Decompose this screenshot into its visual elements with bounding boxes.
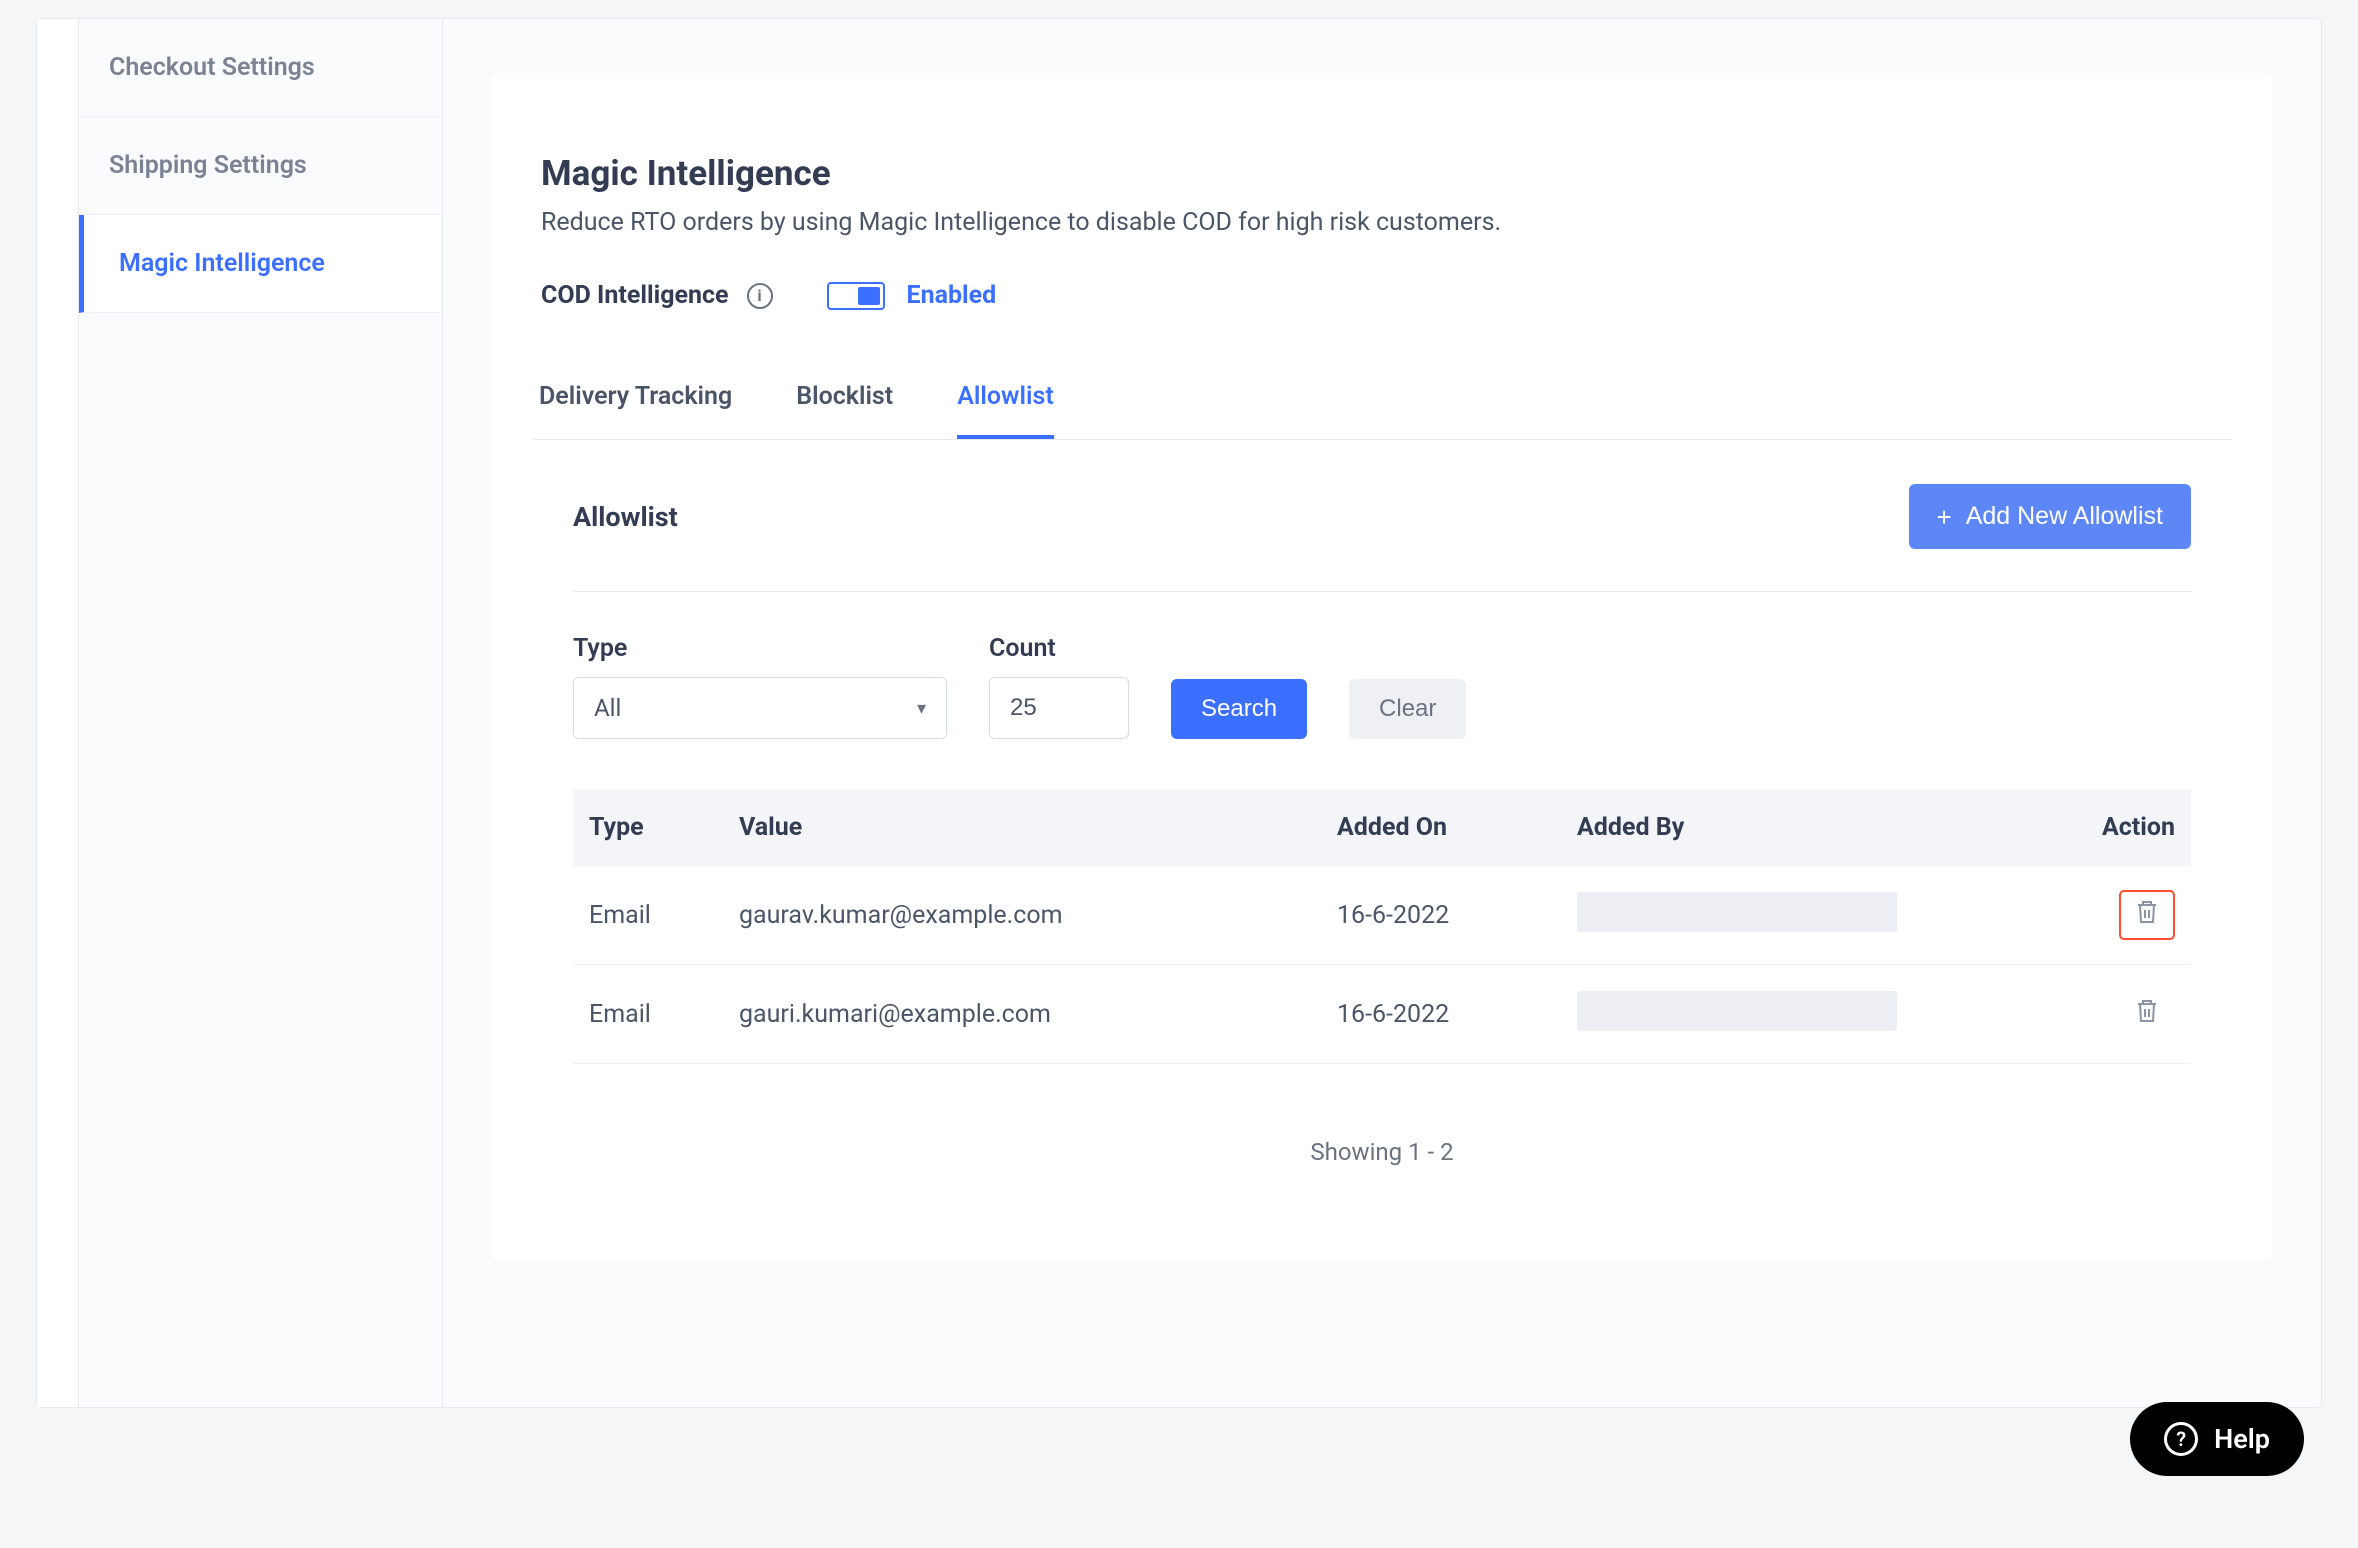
tab-delivery-tracking[interactable]: Delivery Tracking xyxy=(539,356,732,439)
main-content: Magic Intelligence Reduce RTO orders by … xyxy=(443,19,2321,1407)
sidebar-item-magic-intelligence[interactable]: Magic Intelligence xyxy=(79,215,442,313)
cod-toggle[interactable] xyxy=(827,282,885,310)
tab-allowlist[interactable]: Allowlist xyxy=(957,356,1054,439)
cell-action xyxy=(2061,965,2191,1064)
delete-button[interactable] xyxy=(2119,890,2175,940)
tab-blocklist[interactable]: Blocklist xyxy=(796,356,893,439)
type-select-value: All xyxy=(594,694,621,722)
toggle-knob-icon xyxy=(858,287,880,305)
help-label: Help xyxy=(2214,1423,2270,1455)
cell-added-by xyxy=(1561,866,2061,965)
cell-type: Email xyxy=(573,965,723,1064)
th-added-on: Added On xyxy=(1321,789,1561,866)
type-select[interactable]: All ▾ xyxy=(573,677,947,739)
add-button-label: Add New Allowlist xyxy=(1966,502,2163,531)
add-new-allowlist-button[interactable]: + Add New Allowlist xyxy=(1909,484,2192,549)
table-row: Email gauri.kumari@example.com 16-6-2022 xyxy=(573,965,2191,1064)
cod-intelligence-label: COD Intelligence xyxy=(541,281,729,310)
tab-label: Delivery Tracking xyxy=(539,382,732,411)
tab-label: Allowlist xyxy=(957,382,1054,411)
table-row: Email gaurav.kumar@example.com 16-6-2022 xyxy=(573,866,2191,965)
info-icon[interactable]: i xyxy=(747,283,773,309)
cell-type: Email xyxy=(573,866,723,965)
plus-icon: + xyxy=(1937,504,1952,530)
clear-button[interactable]: Clear xyxy=(1349,679,1466,739)
th-action: Action xyxy=(2061,789,2191,866)
page-description: Reduce RTO orders by using Magic Intelli… xyxy=(541,208,2231,237)
th-added-by: Added By xyxy=(1561,789,2061,866)
cell-value: gaurav.kumar@example.com xyxy=(723,866,1321,965)
th-value: Value xyxy=(723,789,1321,866)
table-header-row: Type Value Added On Added By Action xyxy=(573,789,2191,866)
cell-added-on: 16-6-2022 xyxy=(1321,866,1561,965)
help-icon: ? xyxy=(2164,1422,2198,1456)
chevron-down-icon: ▾ xyxy=(917,698,926,719)
tab-label: Blocklist xyxy=(796,382,893,411)
sidebar-item-shipping-settings[interactable]: Shipping Settings xyxy=(79,117,442,215)
th-type: Type xyxy=(573,789,723,866)
pagination-text: Showing 1 - 2 xyxy=(573,1064,2191,1174)
section-header: Allowlist + Add New Allowlist xyxy=(573,440,2191,592)
cell-value: gauri.kumari@example.com xyxy=(723,965,1321,1064)
delete-button[interactable] xyxy=(2119,989,2175,1039)
count-input[interactable] xyxy=(989,677,1129,739)
sidebar-item-label: Checkout Settings xyxy=(109,53,315,82)
cell-action xyxy=(2061,866,2191,965)
type-field: Type All ▾ xyxy=(573,634,947,739)
cod-status-text: Enabled xyxy=(907,281,997,310)
count-label: Count xyxy=(989,634,1129,663)
trash-icon xyxy=(2135,899,2159,932)
count-field: Count xyxy=(989,634,1129,739)
redacted-added-by xyxy=(1577,991,1897,1031)
filters-row: Type All ▾ Count Search Clear xyxy=(573,592,2191,789)
cell-added-by xyxy=(1561,965,2061,1064)
content-card: Magic Intelligence Reduce RTO orders by … xyxy=(491,73,2273,1260)
sidebar: Checkout Settings Shipping Settings Magi… xyxy=(79,19,443,1407)
left-rail xyxy=(37,19,79,1407)
trash-icon xyxy=(2135,998,2159,1031)
page-title: Magic Intelligence xyxy=(541,153,2231,194)
section-title: Allowlist xyxy=(573,501,678,533)
sidebar-item-label: Magic Intelligence xyxy=(119,249,325,278)
cod-intelligence-row: COD Intelligence i Enabled xyxy=(541,281,2231,310)
cell-added-on: 16-6-2022 xyxy=(1321,965,1561,1064)
help-button[interactable]: ? Help xyxy=(2130,1402,2304,1476)
type-label: Type xyxy=(573,634,947,663)
allowlist-table: Type Value Added On Added By Action Emai… xyxy=(573,789,2191,1064)
allowlist-panel: Allowlist + Add New Allowlist Type All ▾ xyxy=(533,440,2231,1174)
tabs: Delivery Tracking Blocklist Allowlist xyxy=(533,356,2231,440)
redacted-added-by xyxy=(1577,892,1897,932)
sidebar-item-checkout-settings[interactable]: Checkout Settings xyxy=(79,19,442,117)
search-button[interactable]: Search xyxy=(1171,679,1307,739)
sidebar-item-label: Shipping Settings xyxy=(109,151,307,180)
